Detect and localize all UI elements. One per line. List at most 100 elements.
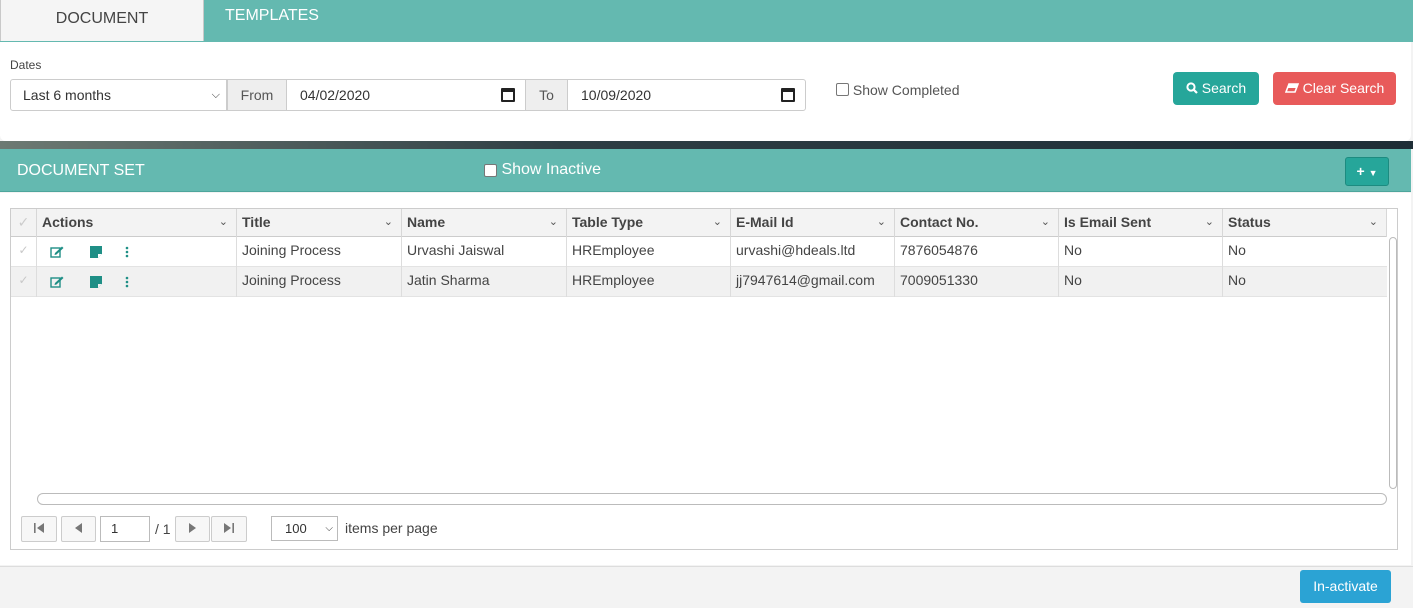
search-icon: [1186, 82, 1198, 94]
cell-email: jj7947614@gmail.com: [731, 267, 895, 297]
chevron-down-icon[interactable]: ⌄: [877, 209, 886, 235]
chevron-down-icon[interactable]: ⌄: [1041, 209, 1050, 235]
column-label: E-Mail Id: [736, 214, 794, 230]
table-row[interactable]: ✓ Joining Process Jatin Sharma HREmploye…: [11, 267, 1387, 297]
last-page-icon: [224, 523, 234, 533]
top-tab-bar: DOCUMENT REQUESTS TEMPLATES: [0, 0, 1413, 65]
dates-label: Dates: [10, 58, 42, 72]
divider: [0, 141, 1413, 149]
chevron-down-icon[interactable]: ⌄: [384, 209, 393, 235]
cell-name: Jatin Sharma: [402, 267, 567, 297]
column-label: Name: [407, 214, 446, 230]
chevron-down-icon[interactable]: ⌄: [549, 209, 558, 235]
note-icon[interactable]: [90, 276, 102, 288]
previous-page-button[interactable]: [61, 516, 96, 542]
page-size-value: 100: [285, 521, 307, 536]
document-grid: ✓ Actions ⌄ Title ⌄ Name ⌄ Table Type ⌄ E-Ma…: [10, 208, 1398, 550]
date-range-value: Last 6 months: [23, 87, 111, 103]
column-label: Is Email Sent: [1064, 214, 1152, 230]
pager: 1 / 1 100 ⌵ items per page: [11, 514, 1397, 544]
cell-status: No: [1228, 242, 1246, 258]
show-inactive-checkbox[interactable]: [484, 164, 497, 177]
chevron-down-icon[interactable]: ⌄: [713, 209, 722, 235]
column-header-table-type[interactable]: Table Type ⌄: [567, 209, 731, 237]
show-completed-toggle[interactable]: Show Completed: [836, 82, 960, 98]
horizontal-scrollbar[interactable]: [37, 493, 1387, 505]
cell-email-sent: No: [1059, 267, 1223, 297]
grid-header: ✓ Actions ⌄ Title ⌄ Name ⌄ Table Type ⌄ E-Ma…: [11, 209, 1387, 237]
clear-search-button[interactable]: Clear Search: [1273, 72, 1396, 105]
filter-panel: Dates Last 6 months ⌵ From 04/02/2020 To…: [0, 42, 1411, 141]
vertical-scrollbar[interactable]: [1389, 237, 1397, 489]
column-header-contact[interactable]: Contact No. ⌄: [895, 209, 1059, 237]
edit-icon[interactable]: [50, 246, 64, 258]
column-header-status[interactable]: Status ⌄: [1223, 209, 1387, 237]
row-check-icon[interactable]: ✓: [11, 267, 37, 297]
row-actions: [37, 237, 237, 267]
search-button[interactable]: Search: [1173, 72, 1259, 105]
note-icon[interactable]: [90, 246, 102, 258]
chevron-down-icon[interactable]: ⌄: [1369, 209, 1378, 235]
column-header-email[interactable]: E-Mail Id ⌄: [731, 209, 895, 237]
clear-search-label: Clear Search: [1302, 80, 1385, 96]
column-label: Actions: [42, 214, 94, 230]
calendar-icon[interactable]: [501, 88, 515, 102]
cell-contact: 7009051330: [895, 267, 1059, 297]
document-set-panel: ✓ Actions ⌄ Title ⌄ Name ⌄ Table Type ⌄ E-Ma…: [0, 193, 1411, 565]
chevron-down-icon[interactable]: ⌄: [219, 209, 228, 235]
cell-title: Joining Process: [237, 237, 402, 267]
column-label: Table Type: [572, 214, 644, 230]
inactivate-button[interactable]: In-activate: [1300, 570, 1391, 603]
column-header-title[interactable]: Title ⌄: [237, 209, 402, 237]
cell-email-sent: No: [1059, 237, 1223, 267]
tab-templates[interactable]: TEMPLATES: [207, 0, 337, 41]
add-dropdown-button[interactable]: + ▼: [1345, 157, 1389, 186]
cell-table-type: HREmployee: [567, 267, 731, 297]
footer-bar: In-activate: [0, 566, 1413, 608]
plus-icon: +: [1356, 163, 1365, 179]
first-page-icon: [34, 523, 44, 533]
row-check-icon[interactable]: ✓: [11, 237, 37, 267]
column-header-name[interactable]: Name ⌄: [402, 209, 567, 237]
chevron-down-icon: ⌵: [325, 523, 333, 534]
cell-name: Urvashi Jaiswal: [402, 237, 567, 267]
column-header-email-sent[interactable]: Is Email Sent ⌄: [1059, 209, 1223, 237]
prev-page-icon: [75, 523, 82, 533]
search-label: Search: [1201, 80, 1247, 96]
from-label: From: [227, 79, 287, 111]
more-vertical-icon[interactable]: [125, 276, 129, 288]
page-number-input[interactable]: 1: [100, 516, 150, 542]
document-set-header: DOCUMENT SET Show Inactive + ▼: [0, 149, 1411, 192]
show-inactive-label: Show Inactive: [501, 161, 602, 178]
section-title: DOCUMENT SET: [17, 162, 145, 179]
select-all-check-icon[interactable]: ✓: [11, 209, 37, 237]
more-vertical-icon[interactable]: [125, 246, 129, 258]
first-page-button[interactable]: [21, 516, 57, 542]
chevron-down-icon[interactable]: ⌄: [1205, 209, 1214, 235]
items-per-page-label: items per page: [345, 520, 438, 536]
edit-icon[interactable]: [50, 276, 64, 288]
from-date-value: 04/02/2020: [300, 87, 371, 103]
to-date-value: 10/09/2020: [581, 87, 652, 103]
show-inactive-toggle[interactable]: Show Inactive: [484, 161, 601, 179]
show-completed-checkbox[interactable]: [836, 83, 849, 96]
cell-table-type: HREmployee: [567, 237, 731, 267]
date-range-select[interactable]: Last 6 months ⌵: [10, 79, 227, 111]
column-label: Contact No.: [900, 214, 979, 230]
tab-document-requests[interactable]: DOCUMENT REQUESTS: [0, 0, 204, 65]
caret-down-icon: ▼: [1368, 168, 1378, 178]
column-header-actions[interactable]: Actions ⌄: [37, 209, 237, 237]
last-page-button[interactable]: [211, 516, 247, 542]
cell-email: urvashi@hdeals.ltd: [731, 237, 895, 267]
to-date-input[interactable]: 10/09/2020: [567, 79, 806, 111]
from-date-input[interactable]: 04/02/2020: [286, 79, 526, 111]
chevron-down-icon: ⌵: [211, 89, 220, 101]
column-label: Status: [1228, 214, 1271, 230]
row-actions: [37, 267, 237, 297]
eraser-icon: [1284, 83, 1299, 93]
page-count: / 1: [155, 521, 171, 537]
calendar-icon[interactable]: [781, 88, 795, 102]
next-page-button[interactable]: [175, 516, 210, 542]
table-row[interactable]: ✓ Joining Process Urvashi Jaiswal HREmpl…: [11, 237, 1387, 267]
page-size-select[interactable]: 100 ⌵: [271, 516, 338, 541]
